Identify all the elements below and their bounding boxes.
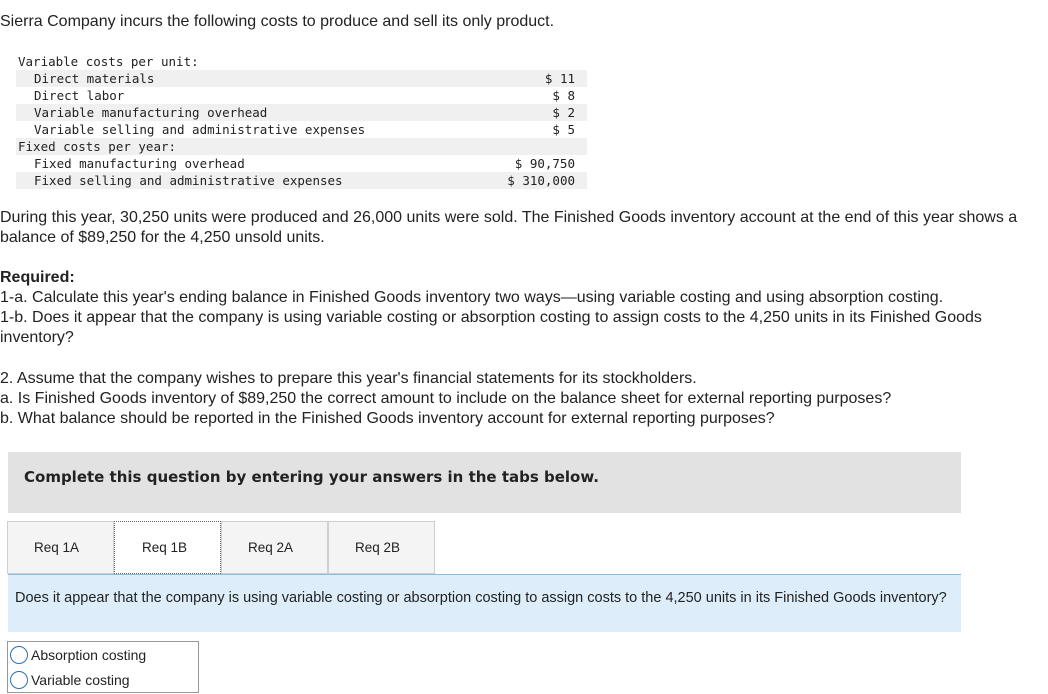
required-item-1b: 1-b. Does it appear that the company is … bbox=[0, 309, 982, 346]
required-item-2a: a. Is Finished Goods inventory of $89,25… bbox=[0, 390, 892, 407]
cost-label: Fixed selling and administrative expense… bbox=[34, 173, 343, 188]
tab-req-1b[interactable]: Req 1B bbox=[114, 521, 221, 574]
cost-row: Variable costs per unit: bbox=[16, 53, 587, 70]
cost-row: Fixed selling and administrative expense… bbox=[16, 172, 587, 189]
cost-amount: $ 90,750 bbox=[514, 156, 575, 171]
instruction-banner: Complete this question by entering your … bbox=[8, 452, 961, 513]
tab-bar: Req 1A Req 1B Req 2A Req 2B bbox=[7, 521, 435, 574]
required-item-2: 2. Assume that the company wishes to pre… bbox=[0, 370, 697, 387]
option-label: Variable costing bbox=[31, 671, 130, 688]
cost-row: Fixed manufacturing overhead $ 90,750 bbox=[16, 155, 587, 172]
cost-row: Direct materials $ 11 bbox=[16, 70, 587, 87]
cost-label: Variable selling and administrative expe… bbox=[34, 122, 366, 137]
cost-label: Variable costs per unit: bbox=[18, 54, 199, 69]
tab-req-1a[interactable]: Req 1A bbox=[7, 521, 114, 574]
cost-row: Variable manufacturing overhead $ 2 bbox=[16, 104, 587, 121]
cost-amount: $ 2 bbox=[552, 105, 575, 120]
option-variable-costing[interactable]: Variable costing bbox=[8, 667, 198, 692]
required-list-1: 1-a. Calculate this year's ending balanc… bbox=[0, 288, 1048, 348]
cost-amount bbox=[467, 53, 587, 70]
cost-amount: $ 310,000 bbox=[507, 173, 575, 188]
question-text: Does it appear that the company is using… bbox=[15, 590, 947, 606]
cost-row: Variable selling and administrative expe… bbox=[16, 121, 587, 138]
tab-req-2a[interactable]: Req 2A bbox=[221, 521, 328, 574]
cost-amount: $ 11 bbox=[544, 71, 575, 86]
tab-req-2b[interactable]: Req 2B bbox=[328, 521, 435, 574]
cost-label: Direct labor bbox=[34, 88, 125, 103]
scenario-paragraph: During this year, 30,250 units were prod… bbox=[0, 209, 1018, 246]
cost-label: Variable manufacturing overhead bbox=[34, 105, 268, 120]
cost-row: Direct labor $ 8 bbox=[16, 87, 587, 104]
required-heading: Required: bbox=[0, 269, 75, 286]
banner-text: Complete this question by entering your … bbox=[24, 468, 599, 486]
cost-amount bbox=[467, 138, 587, 155]
cost-label: Fixed manufacturing overhead bbox=[34, 156, 245, 171]
required-item-1a: 1-a. Calculate this year's ending balanc… bbox=[0, 289, 944, 306]
answer-options: Absorption costing Variable costing bbox=[7, 641, 199, 693]
cost-table: Variable costs per unit: Direct material… bbox=[16, 53, 587, 189]
radio-button[interactable] bbox=[10, 645, 28, 664]
question-prompt: Does it appear that the company is using… bbox=[8, 574, 961, 632]
option-absorption-costing[interactable]: Absorption costing bbox=[8, 642, 198, 667]
cost-amount: $ 8 bbox=[552, 88, 575, 103]
intro-text: Sierra Company incurs the following cost… bbox=[0, 13, 555, 30]
required-item-2b: b. What balance should be reported in th… bbox=[0, 410, 775, 427]
radio-button[interactable] bbox=[10, 670, 28, 689]
cost-label: Fixed costs per year: bbox=[18, 139, 177, 154]
option-label: Absorption costing bbox=[31, 646, 147, 663]
cost-amount: $ 5 bbox=[552, 122, 575, 137]
cost-row: Fixed costs per year: bbox=[16, 138, 587, 155]
cost-label: Direct materials bbox=[34, 71, 155, 86]
required-list-2: 2. Assume that the company wishes to pre… bbox=[0, 369, 1048, 429]
